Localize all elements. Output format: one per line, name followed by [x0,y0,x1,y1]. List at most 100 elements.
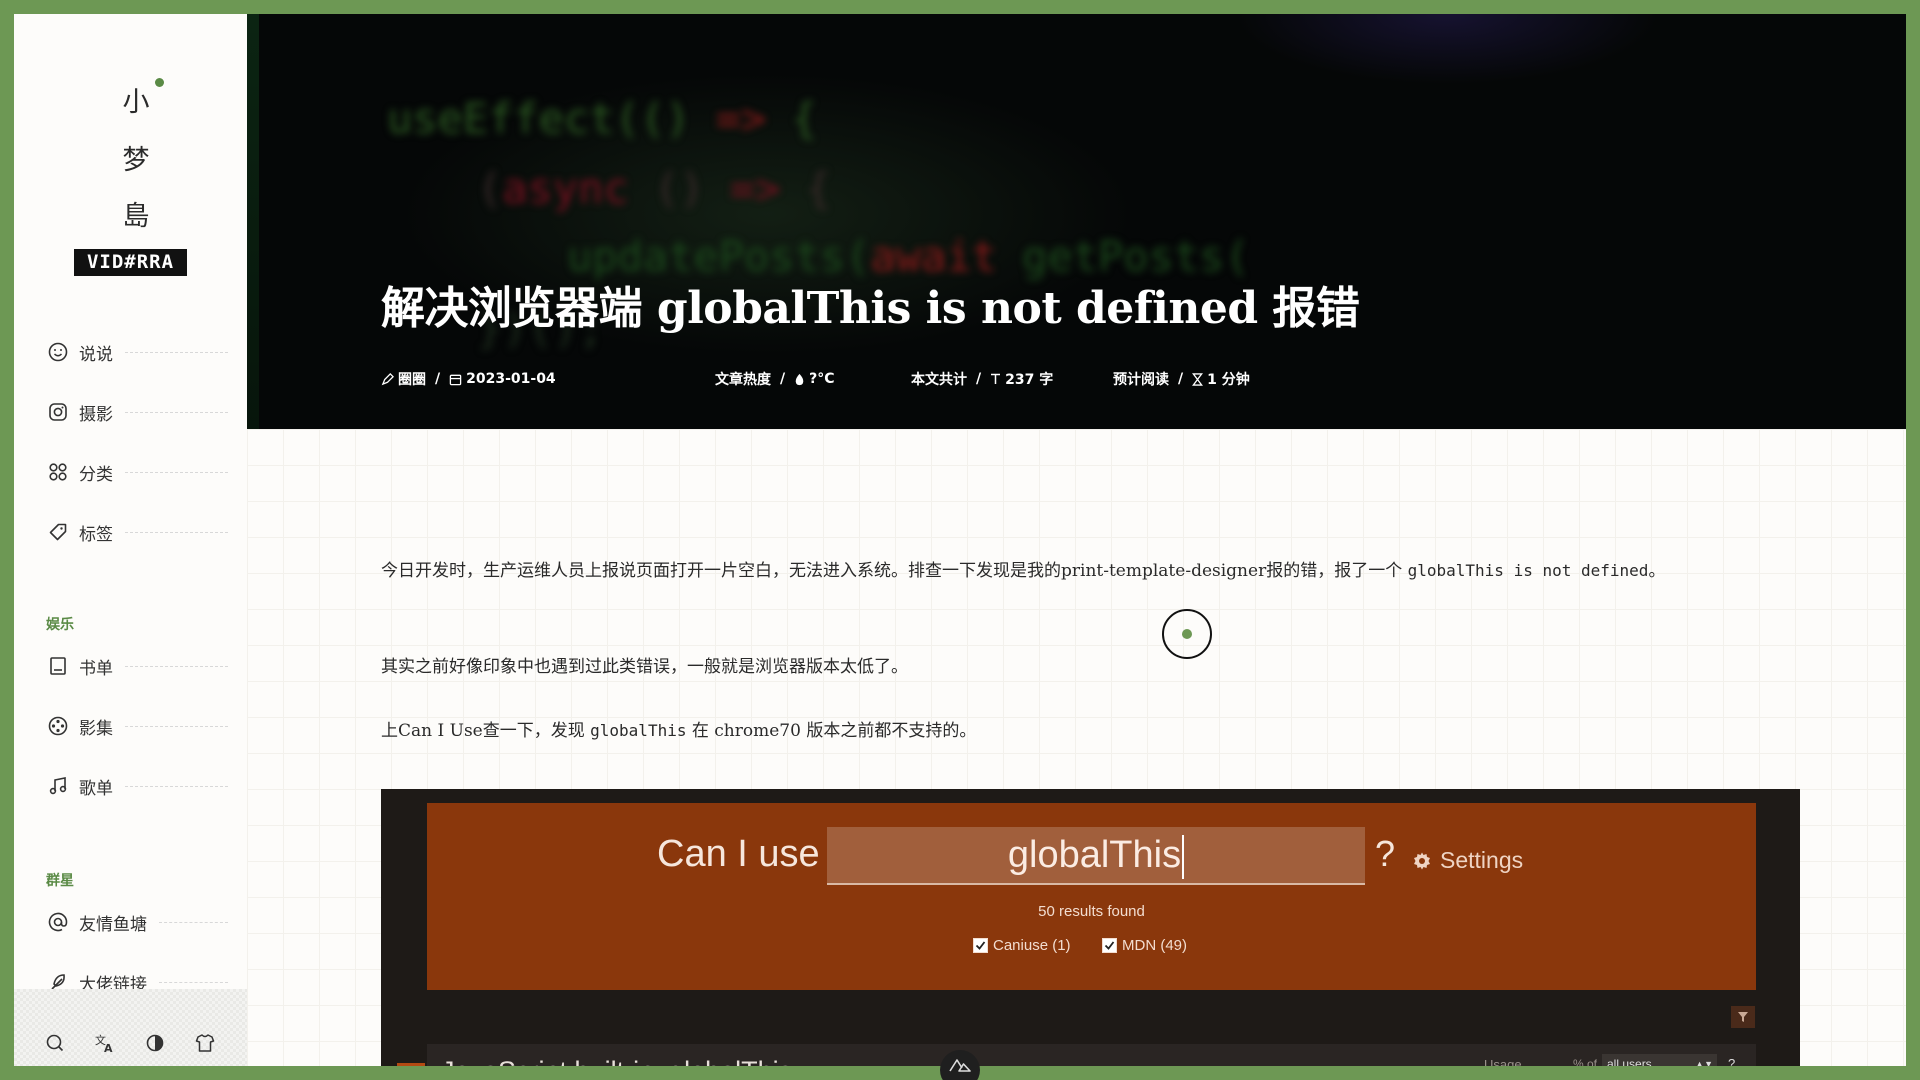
caniuse-users-select: all users ▲▼ [1602,1054,1717,1066]
post-read-time: 预计阅读 / 1 分钟 [1113,369,1250,389]
grid-icon [46,460,70,484]
meta-separator: / [780,371,786,387]
caniuse-hash-link: # [397,1063,425,1066]
nav-label: 摄影 [79,404,113,425]
caniuse-settings-button: Settings [1412,847,1523,874]
nav-label: 友情鱼塘 [79,914,147,935]
caniuse-checkbox-mdn: MDN (49) [1102,937,1187,954]
post-word-count: 本文共计 / 237 字 [911,369,1053,389]
nav-divider [159,981,228,983]
book-icon [46,654,70,678]
nav-item-photo[interactable]: 摄影 [46,396,228,428]
hero-edge [247,14,259,429]
caniuse-results-count: 50 results found [1038,903,1145,920]
checkbox-icon [1102,938,1117,953]
nav-item-friends[interactable]: 友情鱼塘 [46,906,228,938]
paragraph-text: 。 [1648,561,1666,581]
logo-dot [155,78,164,87]
nav-item-category[interactable]: 分类 [46,456,228,488]
caniuse-header: Can I use globalThis ? Settings 50 resul… [427,803,1756,990]
caniuse-screenshot[interactable]: Can I use globalThis ? Settings 50 resul… [381,789,1800,1066]
post-author[interactable]: 圈圈 [398,369,426,389]
page-frame: 小 梦 島 VID#RRA 说说 摄影 分类 标签 娱乐 书单 影集 歌单 群星… [14,14,1906,1066]
checkbox-label: Caniuse (1) [993,937,1071,954]
caniuse-heading: Can I use [657,833,820,875]
flame-icon [794,373,805,386]
post-date: 2023-01-04 [466,371,556,387]
paragraph-text: 在 chrome70 版本之前都不支持的。 [686,721,977,741]
smile-icon [46,340,70,364]
contrast-icon[interactable] [142,1030,168,1056]
nav-divider [159,921,228,923]
logo-badge: VID#RRA [74,249,187,276]
translate-icon[interactable]: 文A [92,1030,118,1056]
inline-code: globalThis [590,721,687,740]
article-paragraph-3: 上Can I Use查一下，发现 globalThis 在 chrome70 版… [381,714,1721,748]
filter-icon [1731,1006,1755,1028]
hero-code-decoration: useEffect(() => { [387,94,817,143]
article-paragraph-2: 其实之前好像印象中也遇到过此类错误，一般就是浏览器版本太低了。 [381,657,908,677]
meta-separator: / [1178,371,1184,387]
logo-char-3: 島 [122,201,150,232]
search-icon[interactable] [42,1030,68,1056]
nav-label: 影集 [79,718,113,739]
words-value: 237 字 [1005,372,1054,388]
caniuse-question-mark: ? [1375,833,1396,874]
nav-item-tags[interactable]: 标签 [46,516,228,548]
nav-item-shuoshuo[interactable]: 说说 [46,336,228,368]
caniuse-result-title: JavaScript built-in: globalThis [441,1056,792,1066]
nav-label: 分类 [79,464,113,485]
nav-item-books[interactable]: 书单 [46,650,228,682]
nav-label: 歌单 [79,778,113,799]
paragraph-text: 今日开发时，生产运维人员上报说页面打开一片空白，无法进入系统。排查一下发现是我的… [381,561,1408,581]
hero-background [247,14,1906,429]
caniuse-checkbox-caniuse: Caniuse (1) [973,937,1071,954]
heat-value: ?°C [809,371,835,387]
author-icon [381,372,394,386]
caniuse-help: ? [1728,1056,1736,1066]
text-caret [1182,834,1185,879]
nav-divider [125,725,228,727]
music-icon [46,774,70,798]
post-title: 解决浏览器端 globalThis is not defined 报错 [381,283,1360,334]
nav-divider [125,785,228,787]
nav-item-music[interactable]: 歌单 [46,770,228,802]
nav-divider [125,411,228,413]
checkbox-icon [973,938,988,953]
caniuse-percent-of: % of [1573,1057,1598,1066]
hero-code-decoration: (async () => { [477,164,832,213]
read-value: 1 分钟 [1207,372,1250,388]
svg-text:A: A [104,1042,113,1053]
heat-label: 文章热度 [715,372,771,388]
gear-icon [1414,852,1430,869]
sidebar: 小 梦 島 VID#RRA 说说 摄影 分类 标签 娱乐 书单 影集 歌单 群星… [14,14,247,1066]
caniuse-search-input: globalThis [827,827,1365,885]
paragraph-text: 上Can I Use查一下，发现 [381,721,591,741]
nav-divider [125,471,228,473]
nav-label: 标签 [79,524,113,545]
calendar-icon [449,373,462,386]
text-icon [990,373,1001,385]
film-reel-icon [46,714,70,738]
nav-section-entertainment: 娱乐 [46,617,74,633]
instagram-icon [46,400,70,424]
caniuse-usage-label: Usage [1484,1057,1522,1066]
nav-label: 说说 [79,344,113,365]
post-hero: useEffect(() => { (async () => { updateP… [247,14,1906,429]
nav-divider [125,531,228,533]
nav-label: 书单 [79,658,113,679]
inline-code: globalThis is not defined [1407,561,1649,580]
nav-divider [125,351,228,353]
at-icon [46,910,70,934]
nav-divider [125,665,228,667]
shirt-icon[interactable] [192,1030,218,1056]
nav-item-films[interactable]: 影集 [46,710,228,742]
search-query: globalThis [1007,834,1182,876]
article-paragraph-1: 今日开发时，生产运维人员上报说页面打开一片空白，无法进入系统。排查一下发现是我的… [381,554,1721,588]
logo-char-1: 小 [122,87,150,118]
custom-cursor-dot [1182,629,1192,639]
meta-separator: / [976,371,982,387]
nuxt-logo-icon [949,1059,971,1072]
post-heat: 文章热度 / ?°C [715,369,835,389]
select-arrows-icon: ▲▼ [1695,1059,1713,1066]
